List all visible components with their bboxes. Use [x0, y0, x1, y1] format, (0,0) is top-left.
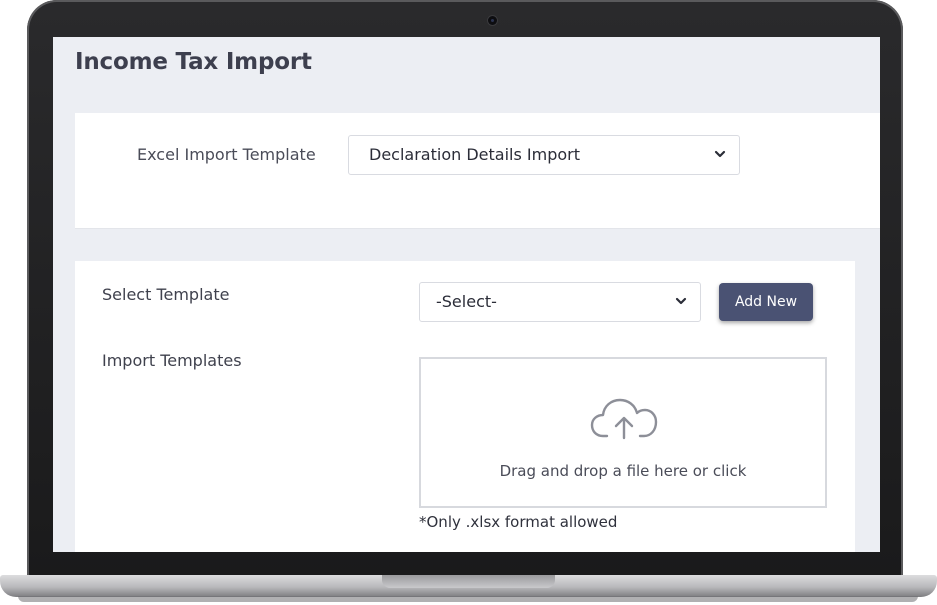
excel-import-template-value: Declaration Details Import: [369, 145, 580, 164]
chevron-down-icon: [714, 150, 726, 158]
excel-import-card: Excel Import Template Declaration Detail…: [75, 113, 880, 229]
cloud-upload-icon: [590, 398, 658, 440]
camera-icon: [488, 16, 497, 25]
template-card: Select Template -Select- Add New Import …: [75, 261, 855, 552]
import-templates-label: Import Templates: [102, 351, 242, 370]
excel-import-template-label: Excel Import Template: [137, 145, 316, 164]
app-screen: Income Tax Import Excel Import Template …: [53, 37, 880, 552]
select-template-dropdown[interactable]: -Select-: [419, 282, 701, 322]
chevron-down-icon: [675, 297, 687, 305]
file-dropzone[interactable]: Drag and drop a file here or click: [419, 357, 827, 508]
select-template-label: Select Template: [102, 285, 230, 304]
select-template-value: -Select-: [436, 292, 497, 311]
format-note: *Only .xlsx format allowed: [419, 513, 618, 531]
dropzone-text: Drag and drop a file here or click: [499, 462, 747, 480]
page-title: Income Tax Import: [75, 49, 312, 75]
laptop-notch: [382, 575, 555, 588]
laptop-shadow: [18, 596, 918, 602]
add-new-button[interactable]: Add New: [719, 283, 813, 321]
excel-import-template-select[interactable]: Declaration Details Import: [348, 135, 740, 175]
